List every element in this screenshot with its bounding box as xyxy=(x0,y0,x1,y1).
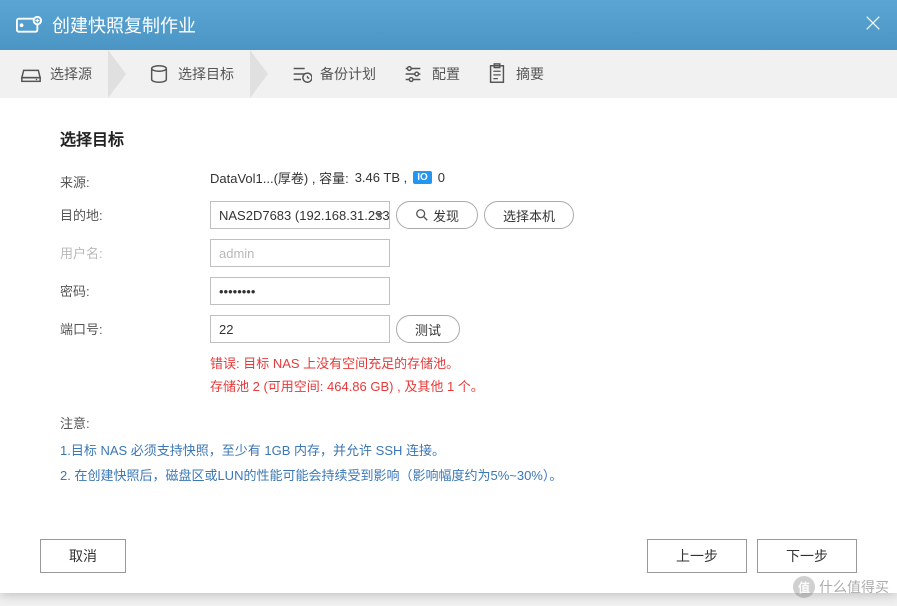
wizard-steps: 选择源 选择目标 备份计划 配置 摘要 xyxy=(0,50,897,98)
app-icon xyxy=(16,15,42,35)
step-select-source[interactable]: 选择源 xyxy=(10,50,108,98)
test-button-label: 测试 xyxy=(415,320,441,339)
step-label: 备份计划 xyxy=(320,64,376,84)
step-label: 配置 xyxy=(432,64,460,84)
source-label: 来源: xyxy=(60,168,210,191)
step-select-target[interactable]: 选择目标 xyxy=(138,50,250,98)
step-separator-icon xyxy=(108,50,138,98)
test-button[interactable]: 测试 xyxy=(396,315,460,343)
username-label: 用户名: xyxy=(60,239,210,262)
destination-row: 目的地: NAS2D7683 (192.168.31.233 发现 选择本机 xyxy=(60,201,837,229)
next-button-label: 下一步 xyxy=(786,548,828,564)
previous-button-label: 上一步 xyxy=(676,548,718,564)
schedule-icon xyxy=(290,63,312,85)
password-input[interactable] xyxy=(210,277,390,305)
step-summary[interactable]: 摘要 xyxy=(476,50,560,98)
dialog-header: 创建快照复制作业 xyxy=(0,0,897,50)
cylinder-icon xyxy=(148,63,170,85)
password-row: 密码: xyxy=(60,277,837,305)
dialog-window: 创建快照复制作业 选择源 选择目标 备份计划 xyxy=(0,0,897,593)
port-row: 端口号: 测试 xyxy=(60,315,837,343)
step-separator-icon xyxy=(250,50,280,98)
discover-button[interactable]: 发现 xyxy=(396,201,478,229)
dialog-title: 创建快照复制作业 xyxy=(52,12,196,38)
cancel-button-label: 取消 xyxy=(69,548,97,564)
io-count: 0 xyxy=(438,170,445,185)
select-local-button-label: 选择本机 xyxy=(503,206,555,225)
step-label: 摘要 xyxy=(516,64,544,84)
clipboard-icon xyxy=(486,63,508,85)
note-2: 2. 在创建快照后，磁盘区或LUN的性能可能会持续受到影响（影响幅度约为5%~3… xyxy=(60,465,837,484)
source-capacity-text: 3.46 TB , xyxy=(355,170,408,185)
discover-button-label: 发现 xyxy=(433,206,459,225)
previous-button[interactable]: 上一步 xyxy=(647,539,747,573)
dialog-content: 选择目标 来源: DataVol1...(厚卷) , 容量: 3.46 TB ,… xyxy=(0,98,897,529)
close-icon[interactable] xyxy=(863,14,883,34)
step-configure[interactable]: 配置 xyxy=(392,50,476,98)
section-title: 选择目标 xyxy=(60,126,837,150)
note-1: 1.目标 NAS 必须支持快照，至少有 1GB 内存，并允许 SSH 连接。 xyxy=(60,440,837,459)
source-volume-text: DataVol1...(厚卷) , 容量: xyxy=(210,168,349,187)
step-backup-plan[interactable]: 备份计划 xyxy=(280,50,392,98)
dialog-footer: 取消 上一步 下一步 xyxy=(0,529,897,593)
error-message-2: 存储池 2 (可用空间: 464.86 GB) , 及其他 1 个。 xyxy=(210,376,837,395)
username-input xyxy=(210,239,390,267)
io-badge: IO xyxy=(413,171,432,184)
password-label: 密码: xyxy=(60,277,210,300)
destination-label: 目的地: xyxy=(60,201,210,224)
port-label: 端口号: xyxy=(60,315,210,338)
next-button[interactable]: 下一步 xyxy=(757,539,857,573)
destination-dropdown[interactable]: NAS2D7683 (192.168.31.233 xyxy=(210,201,390,229)
step-label: 选择源 xyxy=(50,64,92,84)
notes-label: 注意: xyxy=(60,413,837,432)
username-row: 用户名: xyxy=(60,239,837,267)
select-local-button[interactable]: 选择本机 xyxy=(484,201,574,229)
error-message-1: 错误: 目标 NAS 上没有空间充足的存储池。 xyxy=(210,353,837,372)
source-row: 来源: DataVol1...(厚卷) , 容量: 3.46 TB , IO 0 xyxy=(60,168,837,191)
destination-selected: NAS2D7683 (192.168.31.233 xyxy=(219,208,390,223)
chevron-down-icon xyxy=(375,213,383,218)
search-icon xyxy=(415,208,429,222)
cancel-button[interactable]: 取消 xyxy=(40,539,126,573)
disk-icon xyxy=(20,63,42,85)
port-input[interactable] xyxy=(210,315,390,343)
step-label: 选择目标 xyxy=(178,64,234,84)
source-value: DataVol1...(厚卷) , 容量: 3.46 TB , IO 0 xyxy=(210,168,837,187)
sliders-icon xyxy=(402,63,424,85)
error-block: 错误: 目标 NAS 上没有空间充足的存储池。 存储池 2 (可用空间: 464… xyxy=(210,353,837,395)
